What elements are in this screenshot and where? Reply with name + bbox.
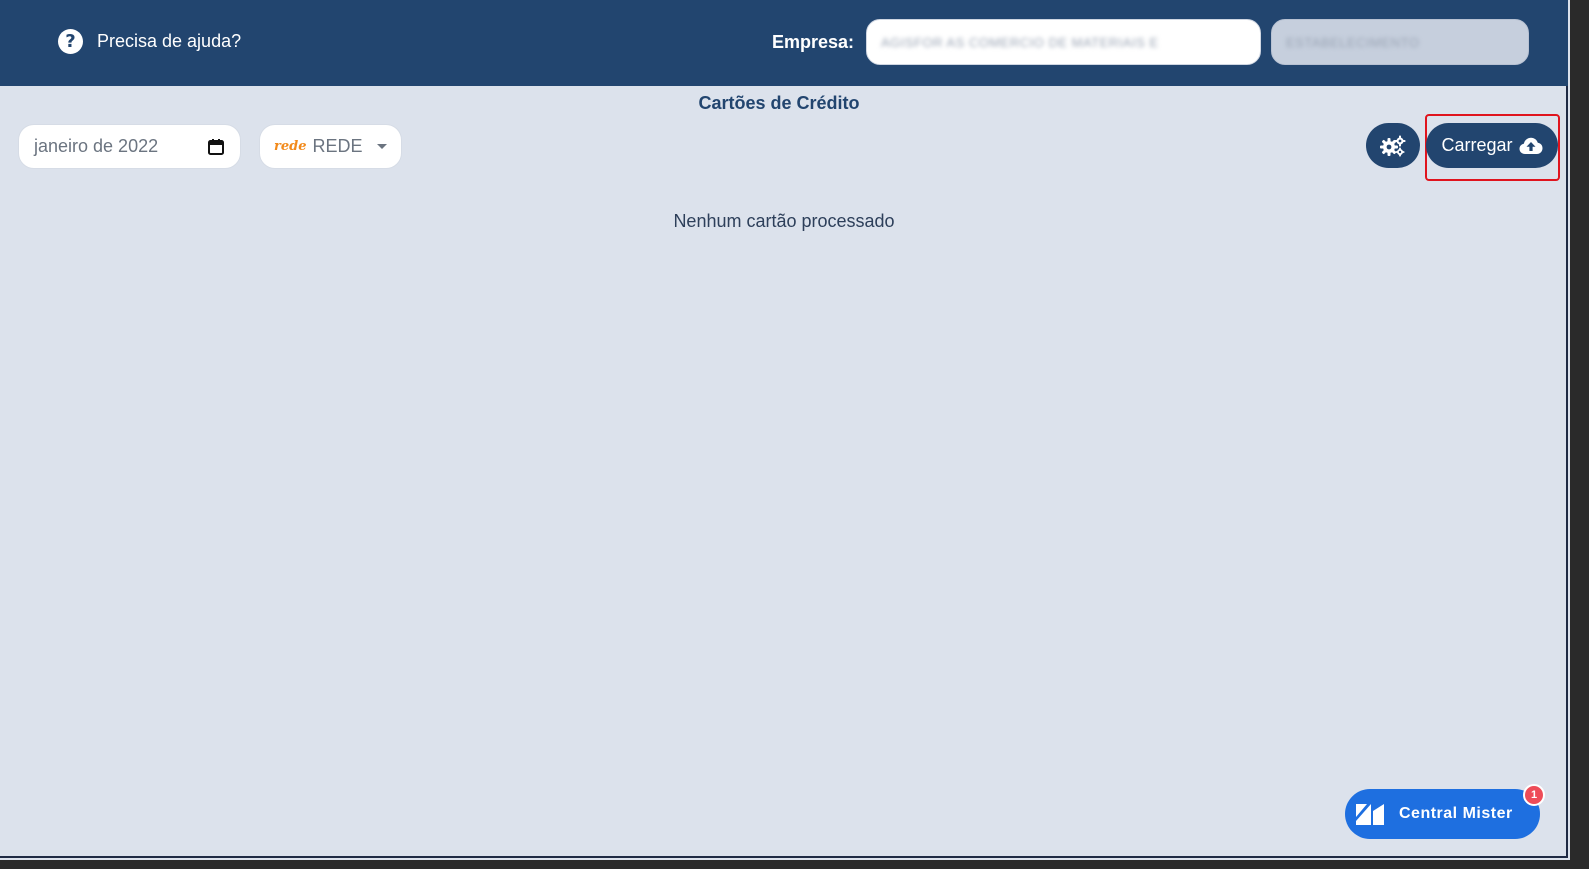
company-label: Empresa:	[772, 32, 855, 52]
notification-badge: 1	[1523, 784, 1545, 806]
card-brand-select[interactable]: rede REDE	[259, 124, 402, 169]
page-title: Cartões de Crédito	[698, 93, 860, 113]
cloud-upload-icon	[1519, 137, 1543, 154]
brand-value: REDE	[312, 136, 363, 156]
settings-button[interactable]	[1366, 123, 1420, 168]
mister-logo-icon	[1356, 804, 1384, 825]
month-picker[interactable]: janeiro de 2022	[18, 124, 241, 169]
central-mister-widget[interactable]: Central Mister	[1345, 789, 1540, 839]
calendar-icon[interactable]	[207, 138, 225, 156]
establishment-select[interactable]: ESTABELECIMENTO	[1271, 19, 1529, 65]
rede-logo: rede	[274, 139, 307, 154]
gears-icon	[1380, 135, 1406, 156]
upload-button[interactable]: Carregar	[1426, 123, 1558, 168]
help-link[interactable]: ? Precisa de ajuda?	[58, 29, 241, 54]
upload-label: Carregar	[1441, 135, 1513, 155]
window-edge-bottom	[0, 860, 1589, 869]
window-edge-right	[1570, 0, 1589, 869]
company-value: AGISFOR AS COMERCIO DE MATERIAIS E	[881, 34, 1159, 50]
establishment-value: ESTABELECIMENTO	[1286, 34, 1420, 50]
empty-state-message: Nenhum cartão processado	[673, 211, 895, 231]
question-circle-icon: ?	[58, 29, 83, 54]
month-value: janeiro de 2022	[34, 136, 159, 156]
company-select[interactable]: AGISFOR AS COMERCIO DE MATERIAIS E	[866, 19, 1261, 65]
top-bar: ? Precisa de ajuda? Empresa: AGISFOR AS …	[0, 0, 1568, 86]
chevron-down-icon	[376, 144, 387, 149]
widget-label: Central Mister	[1399, 805, 1513, 822]
help-text: Precisa de ajuda?	[97, 31, 242, 51]
